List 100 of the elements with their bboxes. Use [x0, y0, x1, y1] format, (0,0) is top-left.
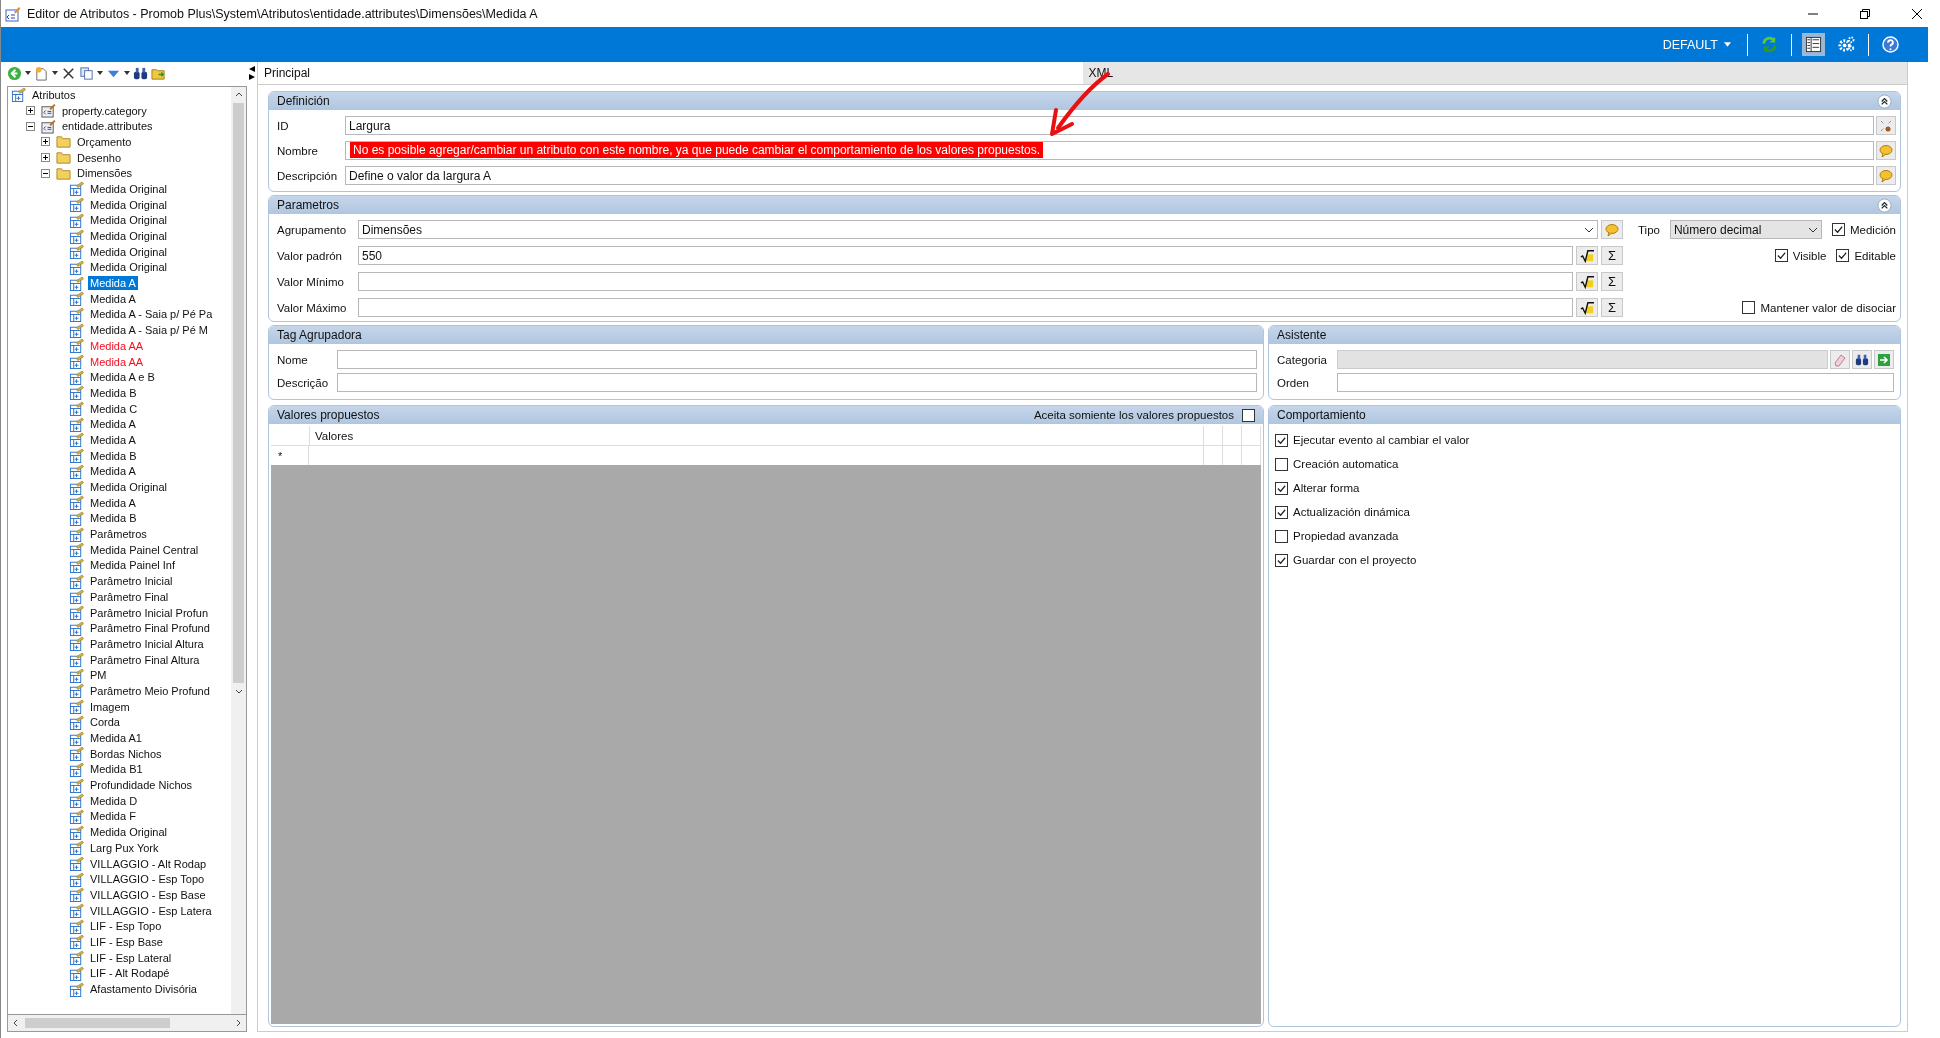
- tree-item[interactable]: Medida B: [88, 385, 139, 400]
- sum-button[interactable]: Σ: [1601, 272, 1623, 291]
- field-button[interactable]: [1874, 350, 1894, 369]
- checkbox[interactable]: [1275, 457, 1288, 471]
- tree-item[interactable]: Corda: [88, 715, 122, 730]
- tree-item[interactable]: VILLAGGIO - Alt Rodap: [88, 856, 209, 871]
- collapse-icon[interactable]: [1877, 93, 1892, 109]
- tree-item[interactable]: Medida Original: [88, 480, 170, 495]
- tree-item[interactable]: property.category: [60, 103, 149, 118]
- tree-item[interactable]: Atributos: [30, 87, 78, 102]
- tree-item[interactable]: Parâmetro Meio Profund: [88, 683, 212, 698]
- checkbox[interactable]: [1836, 249, 1850, 262]
- tree-item[interactable]: Parâmetro Final Altura: [88, 652, 202, 667]
- tree-item[interactable]: Medida F: [88, 809, 138, 824]
- input-field[interactable]: [1337, 373, 1894, 392]
- caret-icon[interactable]: [124, 71, 130, 75]
- tree-item[interactable]: VILLAGGIO - Esp Base: [88, 887, 208, 902]
- tree-item[interactable]: Medida AA: [88, 338, 146, 353]
- input-field[interactable]: 550: [358, 246, 1573, 265]
- delete-icon[interactable]: [61, 65, 76, 81]
- tree-item[interactable]: Medida B1: [88, 762, 145, 777]
- expander-icon[interactable]: [41, 168, 50, 178]
- tree-item[interactable]: Parâmetro Final: [88, 589, 171, 604]
- tree-item[interactable]: Parâmetro Inicial Profun: [88, 605, 210, 620]
- tree-item[interactable]: Medida Original: [88, 181, 170, 196]
- collapse-icon[interactable]: [1877, 197, 1892, 213]
- tree-item[interactable]: Medida A1: [88, 731, 144, 746]
- input-field[interactable]: [358, 272, 1573, 291]
- checkbox[interactable]: [1774, 249, 1788, 262]
- expander-icon[interactable]: [26, 106, 35, 116]
- tree-item[interactable]: Profundidade Nichos: [88, 778, 195, 793]
- expander-icon[interactable]: [41, 137, 50, 147]
- tree-item[interactable]: Medida A: [88, 464, 138, 479]
- tree-item[interactable]: Medida A: [88, 495, 138, 510]
- field-button[interactable]: [1852, 350, 1872, 369]
- caret-icon[interactable]: [52, 71, 58, 75]
- input-field[interactable]: [337, 373, 1257, 392]
- tree-item[interactable]: Medida Painel Inf: [88, 558, 177, 573]
- tree-item[interactable]: Orçamento: [75, 134, 134, 149]
- scrollbar[interactable]: [7, 1014, 247, 1032]
- tree-item[interactable]: Dimensões: [75, 166, 135, 181]
- tree-item[interactable]: LIF - Esp Topo: [88, 919, 164, 934]
- checkbox[interactable]: [1242, 408, 1255, 422]
- toolbar-button[interactable]: [1879, 33, 1902, 56]
- tree-item[interactable]: LIF - Esp Base: [88, 934, 165, 949]
- tree-item[interactable]: Medida A: [88, 417, 138, 432]
- profile-dropdown[interactable]: DEFAULT: [1662, 37, 1731, 52]
- checkbox[interactable]: [1742, 301, 1756, 314]
- dropdown[interactable]: Número decimal: [1669, 220, 1822, 239]
- tree-item[interactable]: Medida A: [88, 276, 138, 291]
- caret-icon[interactable]: [97, 71, 103, 75]
- caret-icon[interactable]: [25, 71, 31, 75]
- checkbox[interactable]: [1275, 529, 1288, 543]
- sum-button[interactable]: Σ: [1601, 246, 1623, 265]
- tree-item[interactable]: VILLAGGIO - Esp Topo: [88, 872, 207, 887]
- formula-button[interactable]: [1576, 298, 1598, 317]
- input-field[interactable]: Largura: [345, 116, 1874, 135]
- tree-item[interactable]: Larg Pux York: [88, 840, 161, 855]
- field-button[interactable]: [1601, 220, 1623, 239]
- field-button[interactable]: [1876, 141, 1896, 160]
- tree-item[interactable]: Medida AA: [88, 354, 146, 369]
- tree-item[interactable]: entidade.attributes: [60, 119, 155, 134]
- input-field[interactable]: [358, 298, 1573, 317]
- checkbox[interactable]: [1275, 553, 1288, 567]
- tree-item[interactable]: LIF - Alt Rodapé: [88, 966, 172, 981]
- tree-item[interactable]: Medida A - Saia p/ Pé M: [88, 323, 210, 338]
- tree-item[interactable]: Medida C: [88, 401, 140, 416]
- tree-item[interactable]: Medida Painel Central: [88, 542, 201, 557]
- field-button[interactable]: [1876, 116, 1896, 135]
- tree-item[interactable]: Parâmetro Inicial: [88, 574, 175, 589]
- dropdown[interactable]: Dimensões: [358, 220, 1598, 239]
- checkbox[interactable]: [1275, 505, 1288, 519]
- tree-item[interactable]: Parâmetros: [88, 527, 149, 542]
- tree-item[interactable]: VILLAGGIO - Esp Latera: [88, 903, 214, 918]
- tree-item[interactable]: Medida Original: [88, 213, 170, 228]
- splitter-arrows-icon[interactable]: [248, 65, 256, 81]
- tree-item[interactable]: Medida A e B: [88, 370, 157, 385]
- input-field[interactable]: Define o valor da largura A: [345, 166, 1874, 185]
- tree-item[interactable]: Imagem: [88, 699, 132, 714]
- tree-item[interactable]: Medida B: [88, 448, 139, 463]
- tree-item[interactable]: Parâmetro Inicial Altura: [88, 636, 206, 651]
- tree-item[interactable]: Medida Original: [88, 229, 170, 244]
- tree-item[interactable]: Medida D: [88, 793, 140, 808]
- tree-item[interactable]: Medida Original: [88, 244, 170, 259]
- sum-button[interactable]: Σ: [1601, 298, 1623, 317]
- tree-item[interactable]: Medida A: [88, 432, 138, 447]
- checkbox[interactable]: [1275, 481, 1288, 495]
- tree-item[interactable]: LIF - Esp Lateral: [88, 950, 174, 965]
- toolbar-button[interactable]: [1802, 33, 1825, 56]
- checkbox[interactable]: [1275, 433, 1288, 447]
- scroll-thumb[interactable]: [233, 103, 244, 683]
- tree-item[interactable]: Desenho: [75, 150, 124, 165]
- tab[interactable]: Principal: [258, 62, 1083, 84]
- tree-item[interactable]: Afastamento Divisória: [88, 982, 199, 997]
- copy-icon[interactable]: [79, 65, 94, 81]
- tree-item[interactable]: Medida Original: [88, 197, 170, 212]
- binoculars-icon[interactable]: [133, 65, 148, 81]
- tree-item[interactable]: Bordas Nichos: [88, 746, 164, 761]
- field-button[interactable]: [1830, 350, 1850, 369]
- scrollbar[interactable]: [231, 87, 246, 1014]
